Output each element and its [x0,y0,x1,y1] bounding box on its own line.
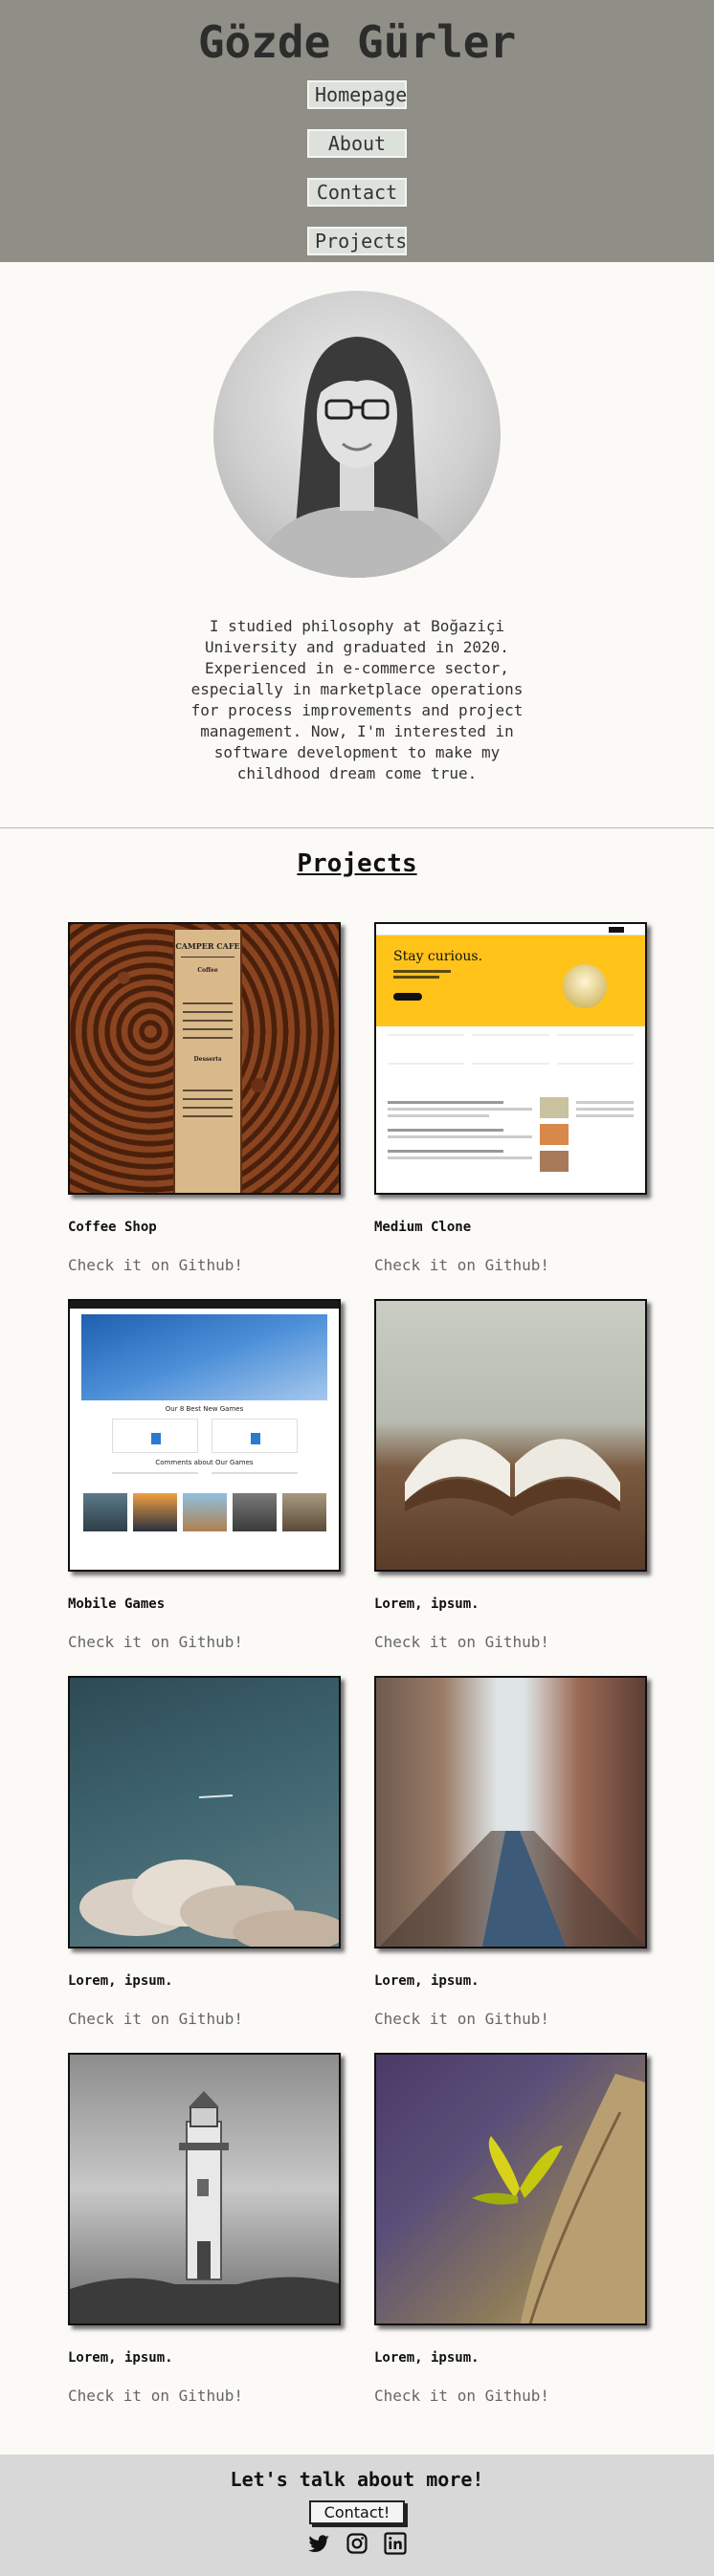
project-title: Medium Clone [374,1220,472,1235]
github-link[interactable]: Check it on Github! [374,1256,647,1274]
footer-title: Let's talk about more! [230,2468,484,2491]
github-link[interactable]: Check it on Github! [374,2010,647,2028]
twitter-icon[interactable] [307,2532,330,2555]
city-street-thumbnail[interactable] [374,1676,647,1949]
project-title: Lorem, ipsum. [374,1973,480,1989]
medium-hero: Stay curious. [376,936,645,1026]
site-title: Gözde Gürler [197,16,517,68]
project-title: Lorem, ipsum. [68,2350,173,2366]
clouds-thumbnail[interactable] [68,1676,341,1949]
projects-title: Projects [297,849,417,878]
open-book-thumbnail[interactable] [374,1299,647,1572]
project-card: Lorem, ipsum. Check it on Github! [374,2053,647,2405]
nav-projects-button[interactable]: Projects [307,227,407,255]
github-link[interactable]: Check it on Github! [68,2387,341,2405]
nav-contact-button[interactable]: Contact [307,178,407,207]
menu-coffee-label: Coffee [197,967,218,974]
menu-desserts-label: Desserts [193,1056,222,1063]
menu-card-graphic: CAMPER CAFE Coffee Desserts [173,930,242,1193]
medium-hero-heading: Stay curious. [393,949,483,964]
github-link[interactable]: Check it on Github! [374,2387,647,2405]
project-card: Lorem, ipsum. Check it on Github! [68,2053,341,2405]
lighthouse-thumbnail[interactable] [68,2053,341,2325]
medium-article-list [376,1026,645,1179]
github-link[interactable]: Check it on Github! [374,1633,647,1651]
linkedin-icon[interactable] [384,2532,407,2555]
social-links [307,2532,407,2555]
project-title: Lorem, ipsum. [68,1973,173,1989]
mobile-games-heading: Our 8 Best New Games [165,1405,244,1413]
projects-section: Projects CAMPER CAFE Coffee Desserts Cof… [0,828,714,2455]
project-card: CAMPER CAFE Coffee Desserts Coffee Shop … [68,922,341,1274]
mobile-comments-heading: Comments about Our Games [155,1459,254,1466]
project-card: Stay curious. Medium Clone Check it on G… [374,922,647,1274]
project-card: Our 8 Best New Games Comments about Our … [68,1299,341,1651]
profile-photo [213,291,501,578]
instagram-icon[interactable] [346,2532,368,2555]
project-card: Lorem, ipsum. Check it on Github! [68,1676,341,2028]
mobile-hero-image [81,1314,327,1400]
project-title: Mobile Games [68,1596,166,1612]
site-footer: Let's talk about more! Contact! [0,2455,714,2576]
site-header: Gözde Gürler Homepage About Contact Proj… [0,0,714,262]
coffee-shop-thumbnail[interactable]: CAMPER CAFE Coffee Desserts [68,922,341,1195]
mobile-navbar [70,1301,339,1309]
plant-thumbnail[interactable] [374,2053,647,2325]
project-title: Coffee Shop [68,1220,157,1235]
nav-about-button[interactable]: About [307,129,407,158]
project-title: Lorem, ipsum. [374,1596,480,1612]
project-title: Lorem, ipsum. [374,2350,480,2366]
github-link[interactable]: Check it on Github! [68,1633,341,1651]
nav-homepage-button[interactable]: Homepage [307,80,407,109]
projects-grid: CAMPER CAFE Coffee Desserts Coffee Shop … [0,922,714,2405]
medium-navbar [376,924,645,936]
contact-button[interactable]: Contact! [308,2500,406,2524]
github-link[interactable]: Check it on Github! [68,1256,341,1274]
mobile-games-thumbnail[interactable]: Our 8 Best New Games Comments about Our … [68,1299,341,1572]
github-link[interactable]: Check it on Github! [68,2010,341,2028]
project-card: Lorem, ipsum. Check it on Github! [374,1676,647,2028]
about-section: I studied philosophy at Boğaziçi Univers… [0,262,714,828]
bio-text: I studied philosophy at Boğaziçi Univers… [190,617,524,782]
medium-clone-thumbnail[interactable]: Stay curious. [374,922,647,1195]
project-card: Lorem, ipsum. Check it on Github! [374,1299,647,1651]
menu-heading: CAMPER CAFE [175,941,240,951]
